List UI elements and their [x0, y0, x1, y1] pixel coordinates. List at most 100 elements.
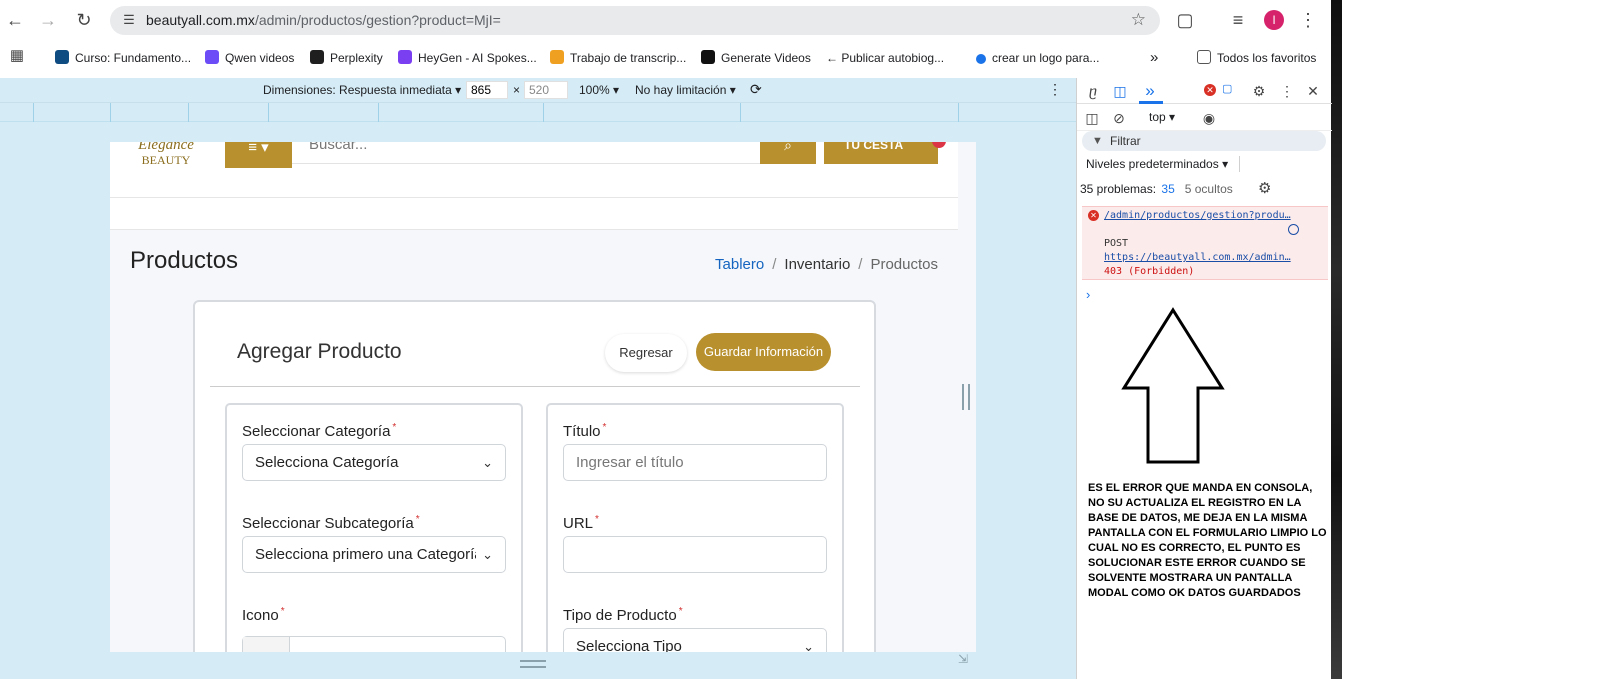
breadcrumb-home-link[interactable]: Tablero — [715, 256, 764, 273]
message-count-icon[interactable]: ▢ — [1222, 83, 1234, 95]
category-select[interactable]: Selecciona Categoría ⌄ — [242, 444, 506, 481]
bookmark-item[interactable]: HeyGen - AI Spokes... — [398, 50, 537, 66]
dimensions-select[interactable]: Dimensiones: Respuesta inmediata ▾ — [263, 83, 461, 97]
product-type-select[interactable]: Selecciona Tipo ⌄ — [563, 628, 827, 652]
url-input[interactable] — [563, 536, 827, 573]
address-url[interactable]: beautyall.com.mx/admin/productos/gestion… — [146, 12, 501, 28]
console-error-entry[interactable]: ✕ /admin/productos/gestion?produ… POST h… — [1082, 206, 1328, 280]
bookmark-item[interactable]: Perplexity — [310, 50, 383, 66]
device-height-input[interactable]: 520 — [524, 81, 568, 99]
bookmark-favicon — [701, 50, 715, 64]
more-tabs-icon[interactable]: » — [1141, 82, 1159, 100]
settings-gear-icon[interactable]: ⚙ — [1250, 82, 1268, 100]
throttling-select[interactable]: No hay limitación ▾ — [635, 83, 736, 97]
reload-icon[interactable]: ↻ — [73, 9, 95, 31]
viewport-resize-handle[interactable] — [962, 384, 970, 410]
screen: ← → ↻ ☰ beautyall.com.mx/admin/productos… — [0, 0, 1600, 679]
bookmark-favicon — [310, 50, 324, 64]
site-logo[interactable]: Elegance BEAUTY — [130, 142, 202, 180]
save-button[interactable]: Guardar Información — [696, 333, 831, 371]
title-input[interactable]: Ingresar el título — [563, 444, 827, 481]
icon-label: Icono * — [242, 606, 285, 624]
category-label: Seleccionar Categoría * — [242, 422, 397, 440]
viewport-bottom-resize-handle[interactable] — [520, 660, 546, 668]
context-select[interactable]: top ▾ — [1149, 110, 1175, 124]
emulated-page: Elegance BEAUTY ≡ ▾ Buscar... ⌕ TU CESTA … — [110, 142, 976, 652]
chevron-down-icon: ⌄ — [803, 639, 814, 652]
log-levels-select[interactable]: Niveles predeterminados ▾ — [1086, 157, 1228, 171]
title-label: Título * — [563, 422, 607, 440]
emulation-stage: Elegance BEAUTY ≡ ▾ Buscar... ⌕ TU CESTA … — [0, 122, 1076, 679]
divider — [210, 386, 860, 387]
device-width-input[interactable]: 865 — [466, 81, 508, 99]
chevron-down-icon: ⌄ — [476, 537, 493, 572]
folder-icon — [1197, 50, 1211, 64]
site-search-input[interactable]: Buscar... — [292, 142, 762, 164]
bookmarks-overflow-button[interactable]: » — [1150, 50, 1158, 66]
console-settings-icon[interactable]: ⚙ — [1258, 179, 1271, 197]
devtools-menu-icon[interactable]: ⋮ — [1278, 82, 1296, 100]
bookmark-item[interactable]: Qwen videos — [205, 50, 294, 66]
annotation-note: ES EL ERROR QUE MANDA EN CONSOLA, NO SU … — [1088, 482, 1327, 599]
inspect-element-icon[interactable]: ⴚ — [1084, 82, 1102, 100]
error-source-link[interactable]: /admin/productos/gestion?produ… — [1104, 210, 1291, 221]
bookmark-item[interactable]: Generate Videos — [701, 50, 811, 66]
forward-arrow-icon[interactable]: → — [37, 9, 59, 31]
browser-menu-icon[interactable]: ⋮ — [1297, 9, 1319, 31]
media-control-icon[interactable]: ≡ — [1227, 9, 1249, 31]
error-count-icon[interactable]: ✕ — [1204, 84, 1216, 96]
device-more-icon[interactable]: ⋮ — [1048, 81, 1062, 98]
eye-icon[interactable]: ◉ — [1200, 109, 1218, 127]
bookmark-item[interactable]: Curso: Fundamento... — [55, 50, 191, 66]
bookmark-item[interactable]: Trabajo de transcrip... — [550, 50, 686, 66]
active-tab-indicator — [1139, 101, 1163, 104]
error-status: 403 (Forbidden) — [1104, 266, 1195, 277]
breadcrumb-separator: / — [858, 256, 863, 273]
apps-grid-icon[interactable]: ▦ — [6, 45, 28, 67]
bookmark-item[interactable]: ← Publicar autobiog... — [826, 50, 944, 66]
bookmark-favicon — [205, 50, 219, 64]
site-settings-icon[interactable]: ☰ — [120, 11, 138, 29]
subcategory-select[interactable]: Selecciona primero una Categoría ⌄ — [242, 536, 506, 573]
network-icon[interactable] — [1288, 224, 1299, 235]
product-type-label: Tipo de Producto * — [563, 606, 683, 624]
back-arrow-icon[interactable]: ← — [4, 9, 26, 31]
all-bookmarks-folder[interactable]: Todos los favoritos — [1197, 50, 1316, 66]
console-prompt[interactable]: › — [1086, 287, 1090, 302]
hidden-count: 5 ocultos — [1184, 182, 1233, 196]
issues-summary[interactable]: 35 problemas: 35 5 ocultos — [1080, 182, 1233, 196]
console-filter-input[interactable]: ▼ Filtrar — [1082, 131, 1326, 151]
bookmark-star-icon[interactable]: ☆ — [1131, 10, 1146, 30]
close-icon[interactable]: ✕ — [1304, 82, 1322, 100]
error-request-url[interactable]: https://beautyall.com.mx/admin… — [1104, 252, 1291, 263]
breadcrumb-current: Productos — [870, 256, 938, 273]
search-icon: ⌕ — [243, 637, 290, 652]
sidebar-toggle-icon[interactable]: ◫ — [1083, 109, 1101, 127]
resize-corner-icon[interactable]: ⇲ — [958, 652, 968, 666]
bookmark-favicon — [398, 50, 412, 64]
breadcrumb-inventory[interactable]: Inventario — [784, 256, 850, 273]
issues-count[interactable]: 35 — [1161, 182, 1174, 196]
category-menu-button[interactable]: ≡ ▾ — [225, 142, 292, 168]
annotation-arrow-icon — [1121, 307, 1225, 464]
desktop-background — [1331, 0, 1600, 679]
form-column-left: Seleccionar Categoría * Selecciona Catego… — [225, 403, 523, 652]
search-icon[interactable]: ⌕ — [760, 142, 816, 164]
back-button[interactable]: Regresar — [605, 334, 687, 372]
cart-button[interactable]: TU CESTA — [824, 142, 938, 164]
icon-input-group[interactable]: ⌕ — [242, 636, 506, 652]
bookmark-item[interactable]: crear un logo para... — [976, 50, 1099, 66]
bookmarks-bar: ▦ Curso: Fundamento... Qwen videos Perpl… — [0, 41, 1331, 75]
media-query-ruler[interactable] — [0, 103, 1076, 122]
extensions-icon[interactable]: ▢ — [1174, 9, 1196, 31]
breadcrumb-separator: / — [772, 256, 777, 273]
zoom-select[interactable]: 100% ▾ — [579, 83, 619, 97]
browser-toolbar: ← → ↻ ☰ beautyall.com.mx/admin/productos… — [0, 0, 1331, 41]
profile-avatar[interactable]: I — [1264, 10, 1284, 30]
clear-console-icon[interactable]: ⊘ — [1110, 109, 1128, 127]
address-bar[interactable]: ☰ beautyall.com.mx/admin/productos/gesti… — [110, 6, 1160, 35]
console-toolbar: ◫ ⊘ top ▾ ◉ — [1077, 105, 1332, 131]
rotate-icon[interactable]: ⟳ — [750, 81, 762, 98]
dimensions-separator: × — [513, 83, 521, 97]
device-toggle-icon[interactable]: ◫ — [1111, 82, 1129, 100]
